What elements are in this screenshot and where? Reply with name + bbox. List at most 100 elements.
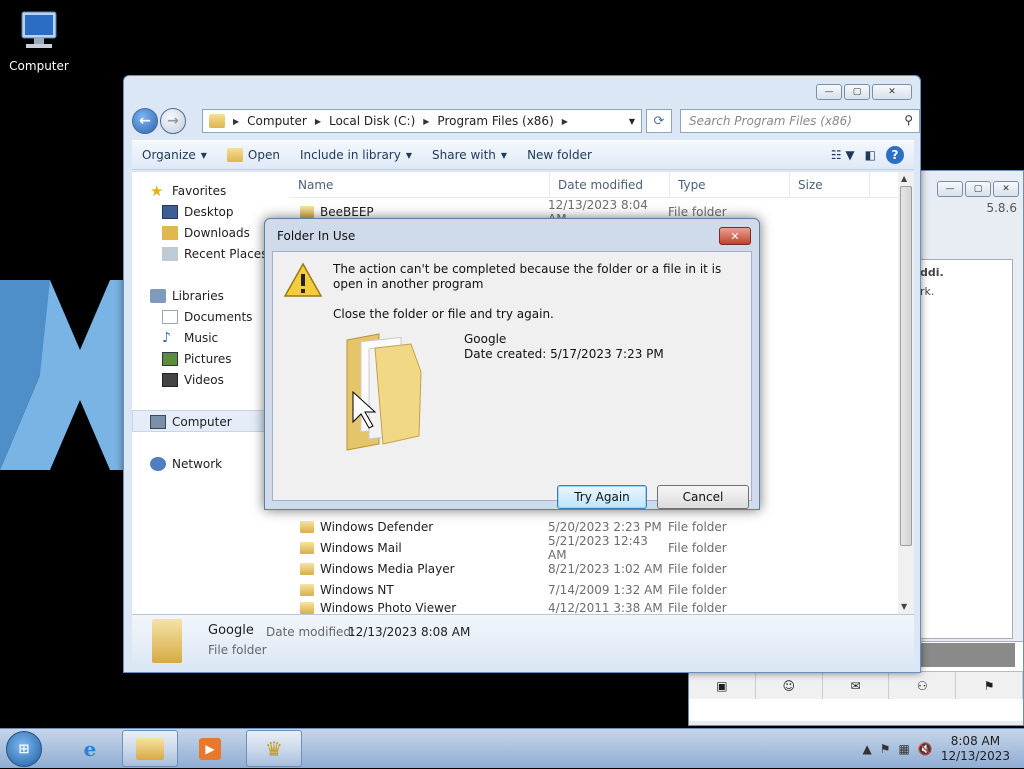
maximize-icon[interactable]: ▢ bbox=[965, 181, 991, 197]
beebeep-icon[interactable]: ♛ bbox=[246, 730, 302, 767]
network-status-icon[interactable]: ▦ bbox=[899, 742, 910, 756]
table-row[interactable]: Windows Photo Viewer 4/12/2011 3:38 AM Fil… bbox=[300, 601, 880, 614]
search-placeholder: Search Program Files (x86) bbox=[689, 114, 852, 128]
column-headers: Name Date modified Type Size bbox=[290, 172, 898, 198]
users-tab-icon[interactable]: ☺ bbox=[756, 672, 823, 699]
include-in-library-button[interactable]: Include in library ▼ bbox=[290, 148, 422, 162]
maximize-icon[interactable]: ▢ bbox=[844, 84, 870, 100]
cancel-button[interactable]: Cancel bbox=[657, 485, 749, 509]
open-label: Open bbox=[247, 148, 280, 162]
dialog-item-date: Date created: 5/17/2023 7:23 PM bbox=[464, 347, 664, 361]
start-button[interactable]: ⊞ bbox=[6, 731, 42, 767]
sidebar-item-favorites[interactable]: ★ Favorites bbox=[150, 184, 227, 199]
close-icon[interactable]: ✕ bbox=[719, 227, 751, 245]
sidebar-item-computer[interactable]: Computer bbox=[150, 415, 232, 429]
breadcrumb-computer[interactable]: Computer bbox=[247, 114, 307, 128]
organize-button[interactable]: Organize ▼ bbox=[132, 148, 217, 162]
version-label: 5.8.6 bbox=[986, 201, 1017, 215]
sidebar-item-downloads[interactable]: Downloads bbox=[162, 226, 250, 240]
sidebar-item-pictures[interactable]: Pictures bbox=[162, 352, 232, 366]
back-button[interactable]: ← bbox=[132, 108, 158, 134]
chevron-down-icon: ▼ bbox=[200, 150, 207, 160]
row-name: Windows Mail bbox=[320, 541, 402, 555]
libraries-icon bbox=[150, 289, 166, 303]
chat-text: rk. bbox=[920, 285, 935, 298]
close-icon[interactable]: ✕ bbox=[993, 181, 1019, 197]
sidebar-item-music[interactable]: ♪ Music bbox=[162, 331, 218, 345]
chevron-right-icon: ▶ bbox=[233, 116, 240, 126]
details-pane: Google Date modified: 12/13/2023 8:08 AM… bbox=[132, 614, 914, 666]
details-date-value: 12/13/2023 8:08 AM bbox=[348, 625, 471, 639]
preview-pane-icon[interactable]: ◧ bbox=[865, 148, 876, 162]
include-label: Include in library bbox=[299, 148, 401, 162]
sidebar-label: Music bbox=[184, 331, 219, 345]
internet-explorer-icon[interactable]: e bbox=[62, 730, 118, 767]
sidebar-item-documents[interactable]: Documents bbox=[162, 310, 252, 324]
folder-icon bbox=[300, 206, 314, 218]
vertical-scrollbar[interactable]: ▲ ▼ bbox=[898, 172, 914, 614]
desktop-icon-label: Computer bbox=[9, 59, 69, 73]
windows-explorer-icon[interactable] bbox=[122, 730, 178, 767]
chevron-down-icon[interactable]: ▼ bbox=[629, 117, 635, 126]
sidebar-item-recent[interactable]: Recent Places bbox=[162, 247, 267, 261]
table-row[interactable]: Windows Media Player 8/21/2023 1:02 AM Fil… bbox=[300, 559, 880, 579]
groups-tab-icon[interactable]: ⚇ bbox=[889, 672, 957, 699]
new-folder-button[interactable]: New folder bbox=[517, 148, 602, 162]
column-name[interactable]: Name bbox=[290, 172, 550, 197]
scroll-down-icon[interactable]: ▼ bbox=[901, 602, 907, 611]
table-row[interactable]: Windows NT 7/14/2009 1:32 AM File folder bbox=[300, 580, 880, 600]
row-date: 4/12/2011 3:38 AM bbox=[548, 601, 663, 614]
dialog-message: The action can't be completed because th… bbox=[333, 262, 722, 291]
sidebar-item-libraries[interactable]: Libraries bbox=[150, 289, 224, 303]
messages-tab-icon[interactable]: ✉ bbox=[823, 672, 890, 699]
help-icon[interactable]: ? bbox=[886, 146, 904, 164]
folder-icon bbox=[346, 333, 422, 451]
row-date: 5/21/2023 12:43 AM bbox=[548, 534, 648, 562]
try-again-button[interactable]: Try Again bbox=[557, 485, 647, 509]
app-tab-strip[interactable]: ▣ ☺ ✉ ⚇ ⚑ bbox=[689, 671, 1023, 699]
column-date-modified[interactable]: Date modified bbox=[550, 172, 670, 197]
sidebar-label: Favorites bbox=[172, 184, 227, 198]
row-name: BeeBEEP bbox=[320, 205, 374, 219]
breadcrumb-local-disk[interactable]: Local Disk (C:) bbox=[329, 114, 415, 128]
chevron-down-icon: ▼ bbox=[500, 150, 508, 160]
refresh-button[interactable]: ⟳ bbox=[646, 109, 672, 133]
view-options-icon[interactable]: ☷ ▼ bbox=[831, 148, 855, 162]
chevron-right-icon: ▶ bbox=[561, 116, 568, 126]
desktop-computer-icon[interactable]: Computer bbox=[8, 8, 70, 73]
sidebar-label: Documents bbox=[184, 310, 253, 324]
network-icon bbox=[150, 457, 166, 471]
search-input[interactable]: Search Program Files (x86) ⚲ bbox=[680, 109, 920, 133]
chevron-right-icon: ▶ bbox=[423, 116, 430, 126]
clock[interactable]: 8:08 AM 12/13/2023 bbox=[941, 734, 1010, 764]
close-icon[interactable]: ✕ bbox=[872, 84, 912, 100]
address-bar[interactable]: ▶ Computer ▶ Local Disk (C:) ▶ Program F… bbox=[202, 109, 642, 133]
minimize-icon[interactable]: — bbox=[937, 181, 963, 197]
scroll-thumb[interactable] bbox=[900, 186, 912, 546]
sidebar-item-network[interactable]: Network bbox=[150, 457, 222, 471]
breadcrumb-program-files[interactable]: Program Files (x86) bbox=[437, 114, 553, 128]
show-hidden-icons-icon[interactable]: ▲ bbox=[863, 742, 872, 756]
share-tab-icon[interactable]: ⚑ bbox=[956, 672, 1023, 699]
row-date: 5/20/2023 2:23 PM bbox=[548, 520, 662, 534]
share-with-button[interactable]: Share with ▼ bbox=[422, 148, 517, 162]
forward-button[interactable]: → bbox=[160, 108, 186, 134]
media-player-icon[interactable]: ▶ bbox=[182, 730, 238, 767]
row-name: Windows NT bbox=[320, 583, 394, 597]
chat-tab-icon[interactable]: ▣ bbox=[689, 672, 756, 699]
sidebar-item-videos[interactable]: Videos bbox=[162, 373, 224, 387]
taskbar: ⊞ e ▶ ♛ ▲ ⚑ ▦ 🔇 8:08 AM 12/13/2023 bbox=[0, 728, 1024, 768]
folder-in-use-dialog[interactable]: Folder In Use ✕ The action can't be comp… bbox=[264, 218, 760, 510]
column-type[interactable]: Type bbox=[670, 172, 790, 197]
details-type: File folder bbox=[208, 643, 267, 657]
minimize-icon[interactable]: — bbox=[816, 84, 842, 100]
row-name: Windows Defender bbox=[320, 520, 434, 534]
column-size[interactable]: Size bbox=[790, 172, 870, 197]
sidebar-item-desktop[interactable]: Desktop bbox=[162, 205, 234, 219]
action-center-icon[interactable]: ⚑ bbox=[880, 742, 891, 756]
scroll-up-icon[interactable]: ▲ bbox=[901, 174, 907, 183]
table-row[interactable]: Windows Mail 5/21/2023 12:43 AM File folde… bbox=[300, 534, 880, 562]
dialog-item-name: Google bbox=[464, 332, 507, 346]
volume-icon[interactable]: 🔇 bbox=[918, 742, 933, 756]
open-button[interactable]: Open bbox=[217, 148, 290, 162]
